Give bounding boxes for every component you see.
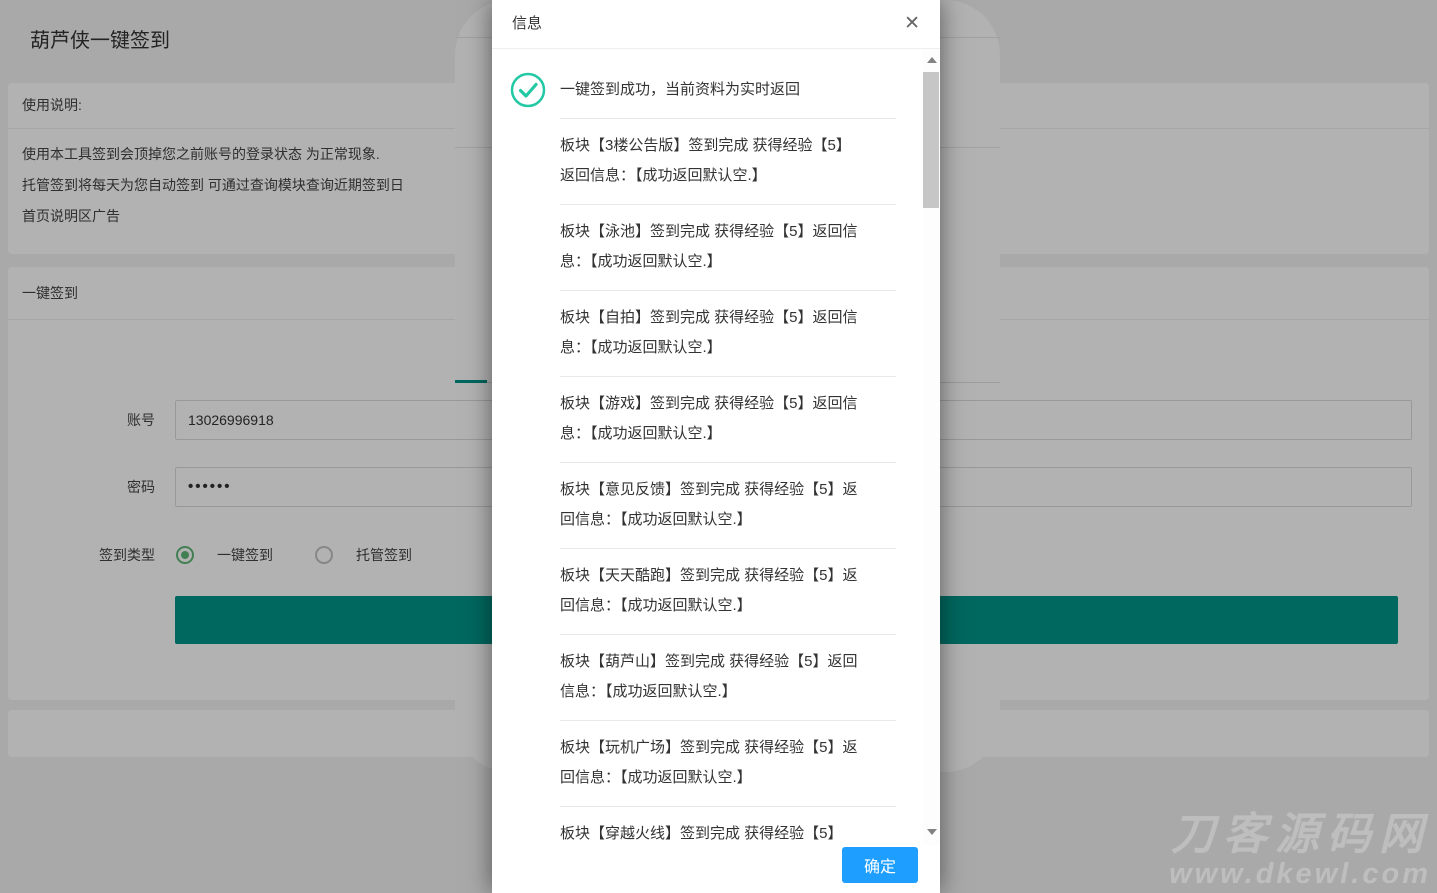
success-message-row: 一键签到成功，当前资料为实时返回	[560, 63, 896, 119]
confirm-button[interactable]: 确定	[842, 847, 918, 883]
check-circle-icon	[510, 72, 546, 108]
watermark: 刀客源码网 www.dkewl.com	[1169, 812, 1431, 891]
board-result-row: 板块【葫芦山】签到完成 获得经验【5】返回信息：【成功返回默认空.】	[560, 635, 896, 721]
dialog-title: 信息	[492, 0, 940, 48]
board-result-text: 板块【天天酷跑】签到完成 获得经验【5】返回信息：【成功返回默认空.】	[560, 561, 860, 621]
dialog-scrollbar[interactable]	[923, 49, 940, 845]
board-result-text: 板块【3楼公告版】签到完成 获得经验【5】返回信息：【成功返回默认空.】	[560, 131, 860, 191]
board-result-row: 板块【3楼公告版】签到完成 获得经验【5】返回信息：【成功返回默认空.】	[560, 119, 896, 205]
scrollbar-up-icon[interactable]	[927, 57, 937, 63]
board-result-row: 板块【天天酷跑】签到完成 获得经验【5】返回信息：【成功返回默认空.】	[560, 549, 896, 635]
screen: 葫芦侠一键签到 使用说明: 使用本工具签到会顶掉您之前账号的登录状态 为正常现象…	[0, 0, 1437, 893]
board-result-row: 板块【意见反馈】签到完成 获得经验【5】返回信息：【成功返回默认空.】	[560, 463, 896, 549]
dialog-footer: 确定	[492, 845, 940, 893]
board-result-row: 板块【泳池】签到完成 获得经验【5】返回信息：【成功返回默认空.】	[560, 205, 896, 291]
board-result-row: 板块【游戏】签到完成 获得经验【5】返回信息：【成功返回默认空.】	[560, 377, 896, 463]
dialog-header: 信息 ✕	[492, 0, 940, 49]
scrollbar-down-icon[interactable]	[927, 829, 937, 835]
close-icon[interactable]: ✕	[900, 0, 924, 48]
board-result-row: 板块【玩机广场】签到完成 获得经验【5】返回信息：【成功返回默认空.】	[560, 721, 896, 807]
dialog-content: 一键签到成功，当前资料为实时返回 板块【3楼公告版】签到完成 获得经验【5】返回…	[492, 49, 940, 845]
board-result-text: 板块【穿越火线】签到完成 获得经验【5】	[560, 819, 860, 845]
board-result-text: 板块【自拍】签到完成 获得经验【5】返回信息：【成功返回默认空.】	[560, 303, 860, 363]
watermark-url: www.dkewl.com	[1169, 858, 1431, 891]
board-result-text: 板块【葫芦山】签到完成 获得经验【5】返回信息：【成功返回默认空.】	[560, 647, 860, 707]
board-result-text: 板块【泳池】签到完成 获得经验【5】返回信息：【成功返回默认空.】	[560, 217, 860, 277]
info-dialog: 信息 ✕ 一键签到成功，当前资料为实时返回 板块【3楼公告版】签到完成 获得经验…	[492, 0, 940, 893]
board-result-text: 板块【玩机广场】签到完成 获得经验【5】返回信息：【成功返回默认空.】	[560, 733, 860, 793]
board-result-text: 板块【意见反馈】签到完成 获得经验【5】返回信息：【成功返回默认空.】	[560, 475, 860, 535]
board-result-row: 板块【穿越火线】签到完成 获得经验【5】	[560, 807, 896, 845]
board-result-row: 板块【自拍】签到完成 获得经验【5】返回信息：【成功返回默认空.】	[560, 291, 896, 377]
success-message-text: 一键签到成功，当前资料为实时返回	[560, 81, 800, 98]
watermark-site-name: 刀客源码网	[1169, 812, 1431, 858]
scrollbar-thumb[interactable]	[923, 72, 939, 208]
board-result-text: 板块【游戏】签到完成 获得经验【5】返回信息：【成功返回默认空.】	[560, 389, 860, 449]
